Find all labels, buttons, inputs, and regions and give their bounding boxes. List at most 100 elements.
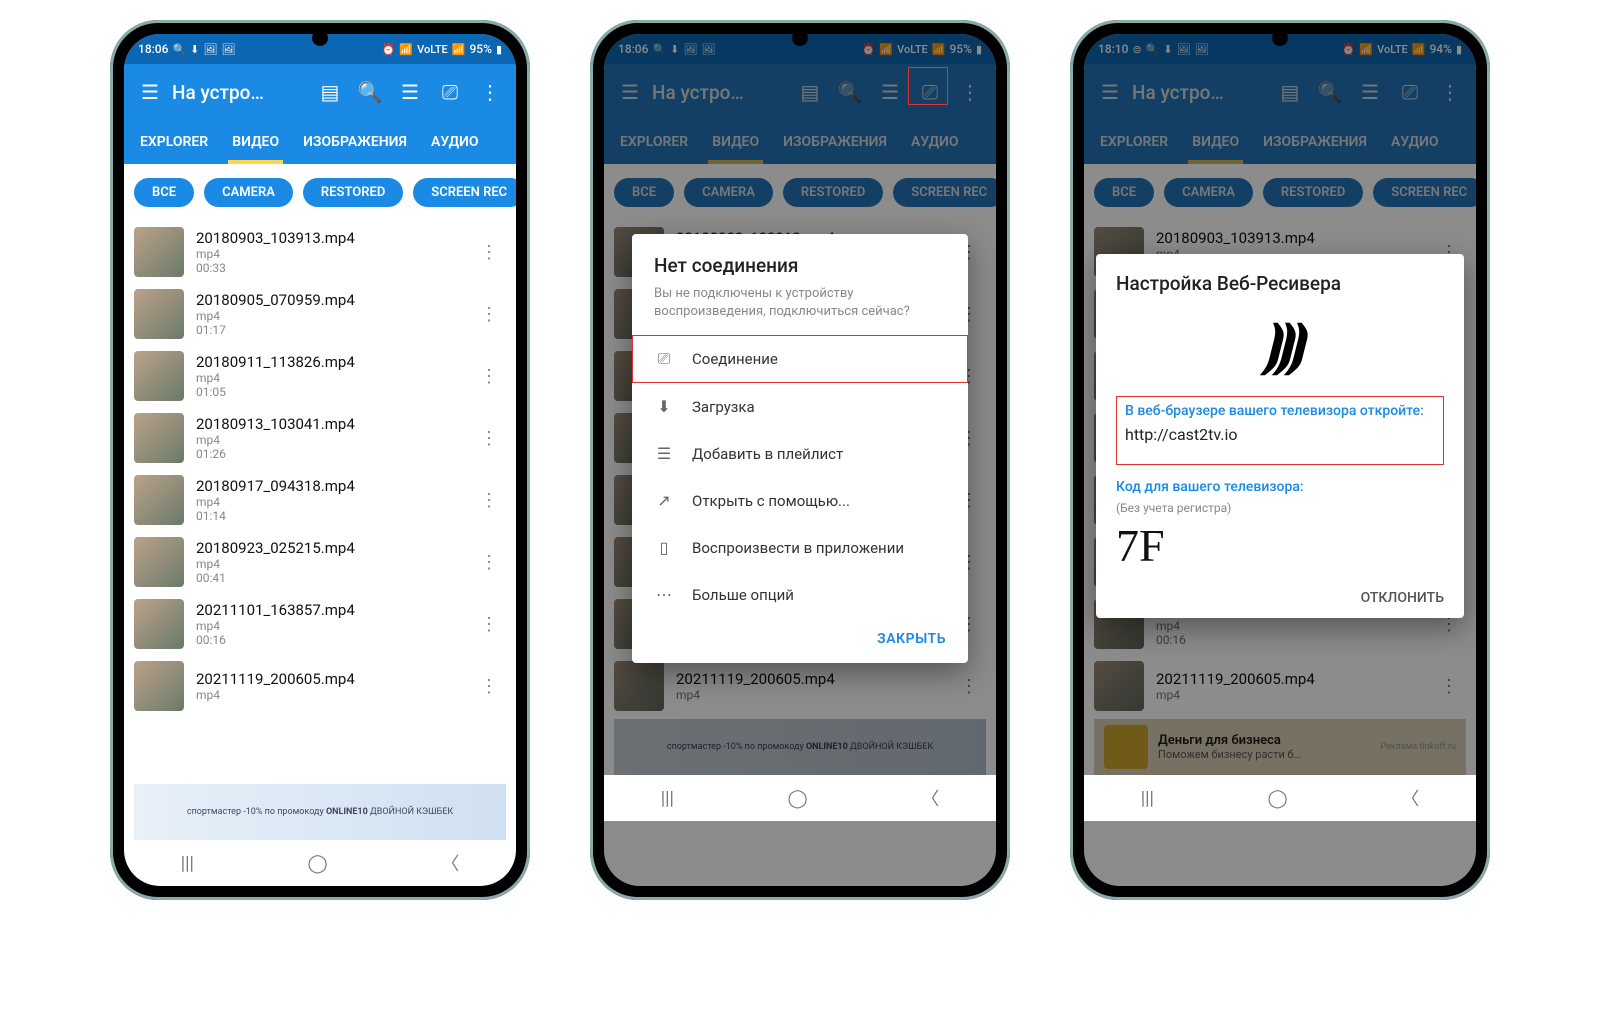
home-button[interactable]: ◯	[788, 788, 808, 809]
home-button[interactable]: ◯	[308, 853, 328, 874]
file-row[interactable]: 20180903_103913.mp4mp400:33 ⋮	[124, 221, 516, 283]
phone-2: 18:06 🔍 ⬇ 🖼 🖼 ⏰ 📶 VoLTE 📶 95% ▮ ☰ На уст…	[590, 20, 1010, 900]
more-icon[interactable]: ⋮	[476, 304, 502, 325]
code-label: Код для вашего телевизора:	[1116, 479, 1444, 495]
tab-bar: EXPLORER ВИДЕО ИЗОБРАЖЕНИЯ АУДИО	[124, 120, 516, 164]
option-connect[interactable]: ⎚Соединение	[632, 335, 968, 383]
file-list[interactable]: 20180903_103913.mp4mp400:33⋮20180905_070…	[124, 221, 516, 782]
dismiss-button[interactable]: ОТКЛОНИТЬ	[1361, 590, 1444, 606]
back-button[interactable]: 〈	[921, 785, 939, 811]
option-playlist[interactable]: ☰Добавить в плейлист	[632, 430, 968, 477]
pill-restored[interactable]: RESTORED	[303, 178, 403, 207]
filename: 20180917_094318.mp4	[196, 477, 464, 495]
openwith-icon: ↗	[654, 491, 674, 510]
more-icon[interactable]: ⋮	[476, 490, 502, 511]
status-time: 18:06	[138, 42, 168, 56]
receiver-icon: ⦘⦘⦘	[1116, 313, 1444, 376]
overflow-icon[interactable]: ⋮	[470, 72, 510, 112]
cast-icon: ⎚	[654, 349, 674, 369]
back-button[interactable]: 〈	[1401, 785, 1419, 811]
more-icon[interactable]: ⋮	[476, 552, 502, 573]
file-duration: 00:16	[196, 633, 464, 647]
file-row[interactable]: 20180905_070959.mp4mp401:17⋮	[124, 283, 516, 345]
file-ext: mp4	[196, 371, 464, 385]
no-connection-dialog: Нет соединения Вы не подключены к устрой…	[632, 234, 968, 663]
ad-banner[interactable]: спортмастер -10% по промокоду ONLINE10 Д…	[134, 784, 506, 840]
file-row[interactable]: 20211119_200605.mp4mp4 ⋮	[124, 655, 516, 717]
phone-icon: ▯	[654, 538, 674, 557]
file-row[interactable]: 20180911_113826.mp4mp401:05⋮	[124, 345, 516, 407]
menu-icon[interactable]: ☰	[130, 72, 170, 112]
sort-icon[interactable]: ☰	[390, 72, 430, 112]
status-battery: 95%	[469, 42, 491, 56]
phone-3: 18:10 ⊜ 🔍 ⬇ 🖼 🖼 ⏰ 📶 VoLTE 📶 94% ▮ ☰ На у…	[1070, 20, 1490, 900]
wifi-icon: 📶	[399, 43, 413, 56]
sdcard-icon[interactable]: ▤	[310, 72, 350, 112]
more-icon[interactable]: ⋮	[476, 676, 502, 697]
gallery-icon: 🖼	[221, 43, 235, 56]
option-download[interactable]: ⬇Загрузка	[632, 383, 968, 430]
back-button[interactable]: 〈	[441, 850, 459, 876]
home-button[interactable]: ◯	[1268, 788, 1288, 809]
recents-button[interactable]: |||	[181, 853, 194, 874]
more-icon[interactable]: ⋮	[476, 428, 502, 449]
signal-icon: 📶	[452, 43, 466, 56]
file-row[interactable]: 20180917_094318.mp4mp401:14 ⋮	[124, 469, 516, 531]
option-playapp[interactable]: ▯Воспроизвести в приложении	[632, 524, 968, 571]
file-row[interactable]: 20180913_103041.mp4mp401:26⋮	[124, 407, 516, 469]
more-icon[interactable]: ⋮	[476, 242, 502, 263]
page-title: На устро…	[172, 81, 264, 104]
file-duration: 00:41	[196, 571, 464, 585]
instruction-label: В веб-браузере вашего телевизора откройт…	[1125, 403, 1435, 419]
filename: 20180913_103041.mp4	[196, 415, 464, 433]
search-icon[interactable]: 🔍	[350, 72, 390, 112]
tab-audio[interactable]: АУДИО	[419, 120, 491, 164]
thumbnail	[134, 599, 184, 649]
file-row[interactable]: 20180923_025215.mp4mp400:41⋮	[124, 531, 516, 593]
file-row[interactable]: 20211101_163857.mp4mp400:16 ⋮	[124, 593, 516, 655]
more-icon[interactable]: ⋮	[476, 614, 502, 635]
cast-icon[interactable]: ⎚	[430, 72, 470, 112]
file-ext: mp4	[196, 619, 464, 633]
file-ext: mp4	[196, 688, 464, 702]
pill-screenrec[interactable]: SCREEN REC	[413, 178, 516, 207]
tab-explorer[interactable]: EXPLORER	[128, 120, 220, 164]
battery-icon: ▮	[496, 43, 502, 56]
recents-button[interactable]: |||	[1141, 788, 1154, 809]
nav-bar: ||| ◯ 〈	[604, 775, 996, 821]
filename: 20211101_163857.mp4	[196, 601, 464, 619]
more-icon[interactable]: ⋮	[476, 366, 502, 387]
receiver-url: http://cast2tv.io	[1125, 425, 1435, 444]
nav-bar: ||| ◯ 〈	[1084, 775, 1476, 821]
file-ext: mp4	[196, 247, 464, 261]
tab-images[interactable]: ИЗОБРАЖЕНИЯ	[291, 120, 419, 164]
filename: 20211119_200605.mp4	[196, 670, 464, 688]
dialog-title: Нет соединения	[632, 234, 968, 283]
close-button[interactable]: ЗАКРЫТЬ	[877, 631, 946, 647]
tab-video[interactable]: ВИДЕО	[220, 120, 291, 164]
code-hint: (Без учета регистра)	[1116, 501, 1444, 515]
more-icon: ⋯	[654, 585, 674, 604]
option-openwith[interactable]: ↗Открыть с помощью...	[632, 477, 968, 524]
thumbnail	[134, 537, 184, 587]
filename: 20180903_103913.mp4	[196, 229, 464, 247]
dialog-title: Настройка Веб-Ресивера	[1116, 272, 1444, 295]
download-icon: ⬇	[190, 43, 199, 56]
download-icon: ⬇	[654, 397, 674, 416]
pill-all[interactable]: ВСЕ	[134, 178, 194, 207]
option-more[interactable]: ⋯Больше опций	[632, 571, 968, 618]
file-duration: 01:14	[196, 509, 464, 523]
pill-camera[interactable]: CAMERA	[204, 178, 293, 207]
recents-button[interactable]: |||	[661, 788, 674, 809]
cast-highlight	[908, 67, 948, 105]
file-duration: 00:33	[196, 261, 464, 275]
file-duration: 01:26	[196, 447, 464, 461]
thumbnail	[134, 661, 184, 711]
thumbnail	[134, 227, 184, 277]
file-ext: mp4	[196, 495, 464, 509]
camera-notch	[312, 30, 328, 46]
nav-bar: ||| ◯ 〈	[124, 840, 516, 886]
thumbnail	[134, 289, 184, 339]
filename: 20180911_113826.mp4	[196, 353, 464, 371]
file-ext: mp4	[196, 309, 464, 323]
